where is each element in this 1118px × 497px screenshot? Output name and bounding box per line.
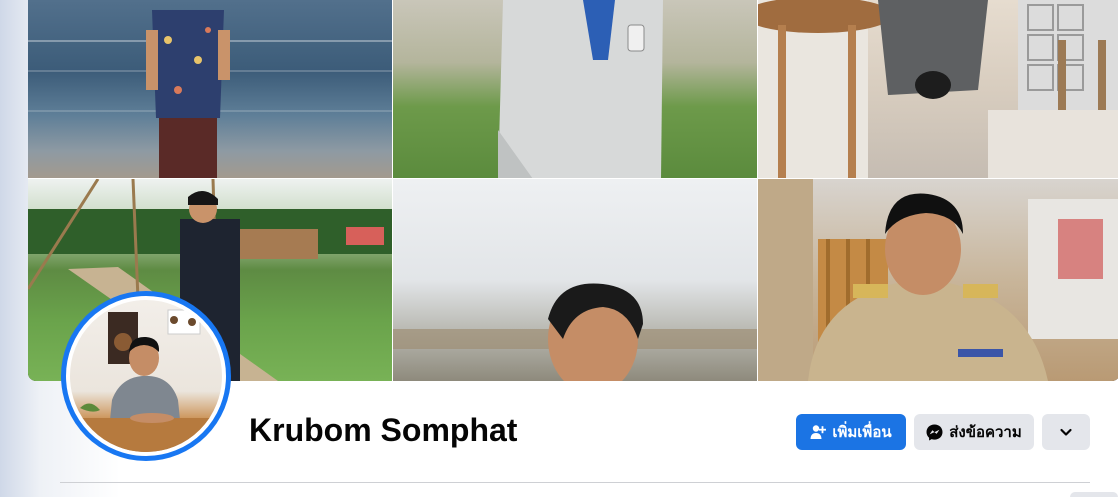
profile-picture xyxy=(70,309,222,452)
cafe-photo xyxy=(758,0,1118,178)
cover-photo-tile xyxy=(758,179,1118,381)
person-photo xyxy=(758,179,1118,381)
chevron-down-icon xyxy=(1060,428,1072,436)
message-button[interactable]: ส่งข้อความ xyxy=(914,414,1034,450)
more-options-button[interactable] xyxy=(1042,414,1090,450)
message-label: ส่งข้อความ xyxy=(949,423,1022,441)
add-friend-button[interactable]: เพิ่มเพื่อน xyxy=(796,414,906,450)
person-add-icon xyxy=(810,425,827,439)
person-photo xyxy=(498,0,663,178)
profile-avatar[interactable] xyxy=(66,296,226,456)
add-friend-label: เพิ่มเพื่อน xyxy=(832,423,892,441)
cover-photo-tile xyxy=(393,0,758,179)
cover-photo-tile xyxy=(28,0,393,179)
person-photo xyxy=(146,10,230,178)
tab-menu-button[interactable] xyxy=(1070,492,1118,497)
profile-header-divider xyxy=(60,482,1090,483)
profile-name: Krubom Somphat xyxy=(249,412,518,448)
cover-photo-tile xyxy=(393,179,758,381)
messenger-icon xyxy=(926,424,943,440)
cover-photo-tile xyxy=(758,0,1118,179)
person-photo xyxy=(393,283,757,381)
